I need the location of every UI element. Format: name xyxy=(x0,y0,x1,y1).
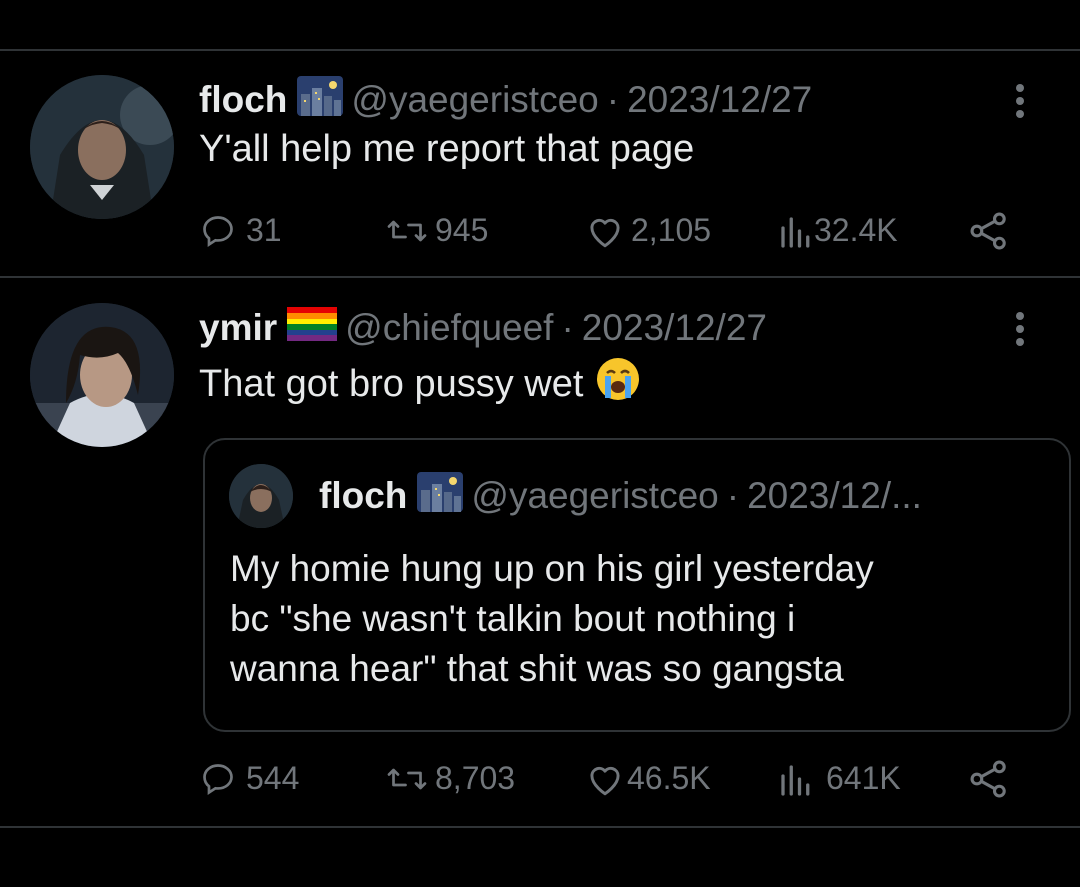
city-night-icon xyxy=(417,471,464,521)
quoted-display-name: floch xyxy=(319,475,408,516)
retweet-button[interactable]: 8,703 xyxy=(385,760,515,797)
quoted-text: My homie hung up on his girl yesterday b… xyxy=(230,544,874,694)
action-bar: 544 8,703 46.5K 641K xyxy=(0,760,1080,800)
quoted-text-line: bc "she wasn't talkin bout nothing i xyxy=(230,598,796,639)
reply-icon xyxy=(203,763,233,795)
crying-emoji xyxy=(595,356,641,412)
rainbow-flag-icon xyxy=(287,306,338,350)
retweet-icon xyxy=(387,768,427,789)
tweet-text-content: That got bro pussy wet xyxy=(199,362,584,405)
tweet-text: That got bro pussy wet xyxy=(199,356,641,412)
quoted-text-line: wanna hear" that shit was so gangsta xyxy=(230,648,844,689)
quoted-text-line: My homie hung up on his girl yesterday xyxy=(230,548,874,589)
like-count: 46.5K xyxy=(627,760,711,796)
tweet-2[interactable]: ymir @chiefqueef · 2023/12/27 That got b… xyxy=(0,0,1080,826)
tweet-date[interactable]: 2023/12/27 xyxy=(582,307,767,349)
reply-count: 544 xyxy=(246,760,300,796)
share-button[interactable] xyxy=(968,760,1010,798)
avatar[interactable] xyxy=(30,303,174,447)
quoted-avatar xyxy=(229,464,293,528)
share-icon xyxy=(970,760,1006,798)
quoted-date: 2023/12/... xyxy=(747,475,922,516)
bottom-divider xyxy=(0,826,1080,828)
tweet-header: ymir @chiefqueef · 2023/12/27 xyxy=(199,306,767,350)
reply-button[interactable]: 544 xyxy=(200,760,299,797)
quoted-tweet[interactable]: floch @yaegeristceo · 2023/12/... My hom… xyxy=(203,438,1071,732)
views-button[interactable]: 641K xyxy=(778,760,901,797)
like-button[interactable]: 46.5K xyxy=(585,760,711,797)
quoted-header: floch @yaegeristceo · 2023/12/... xyxy=(319,471,922,521)
display-name[interactable]: ymir xyxy=(199,307,277,349)
retweet-count: 8,703 xyxy=(435,760,516,796)
views-icon xyxy=(781,764,810,796)
more-icon[interactable] xyxy=(1015,312,1025,346)
separator: · xyxy=(561,307,574,348)
like-icon xyxy=(590,766,620,795)
views-count: 641K xyxy=(826,760,901,796)
separator: · xyxy=(726,475,740,516)
quoted-handle: @yaegeristceo xyxy=(471,475,719,516)
user-handle[interactable]: @chiefqueef xyxy=(345,307,553,349)
